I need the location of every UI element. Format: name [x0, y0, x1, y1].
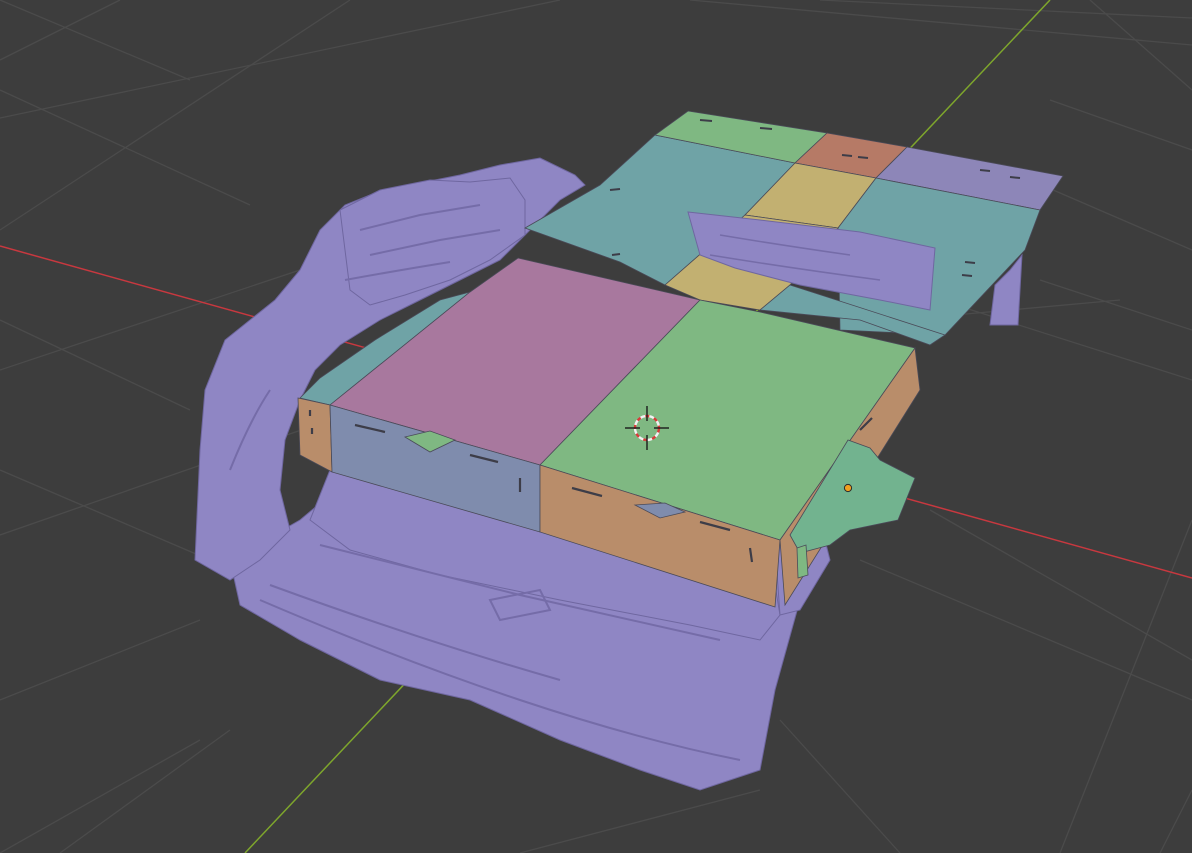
grid-line: [859, 559, 1192, 701]
grid-line: [0, 739, 201, 853]
grid-line: [689, 0, 1192, 46]
grid-line: [519, 789, 761, 853]
grid-line: [0, 0, 351, 231]
grid-line: [0, 89, 251, 206]
grid-line: [929, 509, 1192, 661]
grid-line: [0, 319, 191, 411]
grid-line: [779, 719, 901, 853]
grid-line: [59, 729, 231, 853]
edge-sliver: [796, 544, 809, 579]
grid-line: [0, 0, 121, 61]
grid-line: [0, 469, 211, 561]
object-origin-icon[interactable]: [843, 483, 853, 493]
grid-line: [1059, 519, 1192, 853]
3d-viewport[interactable]: [0, 0, 1192, 853]
grid-line: [1159, 789, 1192, 853]
viewport-canvas[interactable]: [0, 0, 1192, 853]
left-box-end-orange[interactable]: [297, 397, 333, 473]
grid-line: [0, 619, 201, 701]
grid-line: [819, 0, 1192, 19]
grid-line: [1029, 179, 1192, 251]
grid-line: [1049, 99, 1192, 151]
grid-line: [939, 299, 1192, 381]
